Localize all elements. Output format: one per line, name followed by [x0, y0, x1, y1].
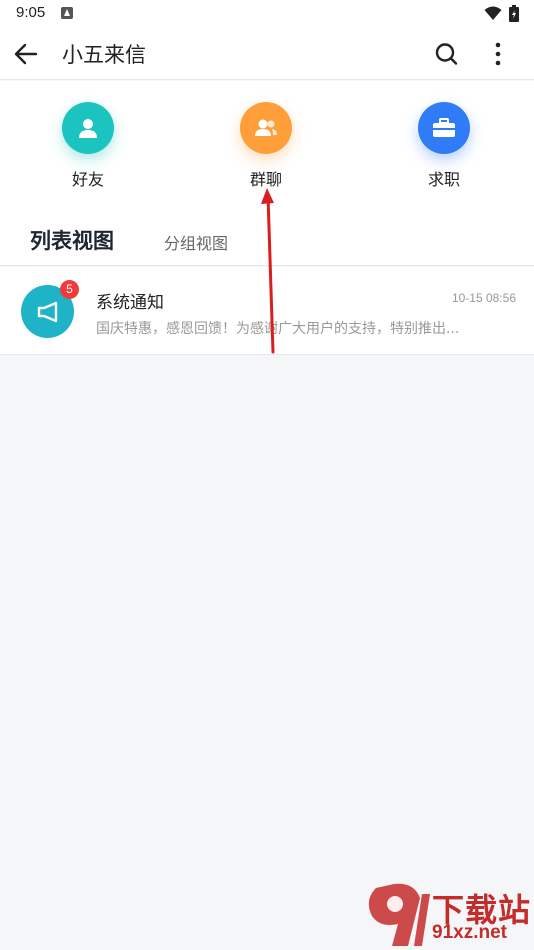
status-bar: 9:05 — [0, 0, 534, 28]
battery-icon — [509, 5, 519, 22]
quick-action-group-chat[interactable]: 群聊 — [216, 102, 316, 190]
notification-icon — [61, 7, 73, 19]
back-arrow-icon[interactable] — [12, 40, 40, 68]
page-title: 小五来信 — [62, 43, 146, 67]
wifi-icon — [484, 6, 502, 20]
briefcase-icon — [418, 102, 470, 154]
quick-action-friends[interactable]: 好友 — [38, 102, 138, 190]
person-icon — [62, 102, 114, 154]
search-icon[interactable] — [432, 40, 460, 68]
speaker-icon — [37, 301, 57, 322]
quick-action-label: 群聊 — [249, 170, 282, 189]
message-preview: 国庆特惠，感恩回馈！为感谢广大用户的支持，特别推出... — [96, 321, 460, 337]
unread-badge: 5 — [60, 280, 79, 299]
quick-action-label: 求职 — [427, 170, 460, 189]
list-item[interactable]: 5 系统通知 10-15 08:56 国庆特惠，感恩回馈！为感谢广大用户的支持，… — [0, 267, 534, 355]
tab-group-view[interactable]: 分组视图 — [164, 230, 228, 254]
quick-actions: 好友 群聊 求职 — [0, 81, 534, 205]
status-time: 9:05 — [16, 4, 46, 21]
watermark-url: 91xz.net — [432, 922, 507, 943]
app-bar: 小五来信 — [0, 28, 534, 80]
quick-action-job[interactable]: 求职 — [394, 102, 494, 190]
more-options-icon[interactable] — [487, 40, 509, 68]
view-tabs: 列表视图 分组视图 — [0, 205, 534, 266]
group-icon — [240, 102, 292, 154]
message-time: 10-15 08:56 — [451, 291, 516, 305]
quick-action-label: 好友 — [71, 170, 104, 189]
tab-list-view[interactable]: 列表视图 — [30, 225, 114, 255]
message-title: 系统通知 — [96, 293, 164, 313]
